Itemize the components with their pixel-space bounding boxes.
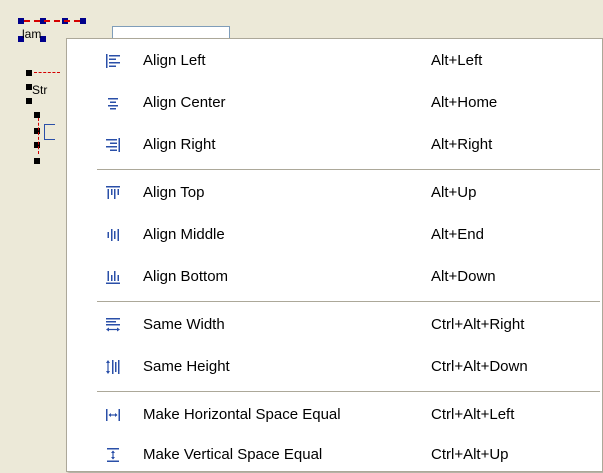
menu-item-align-center[interactable]: Align Center Alt+Home: [67, 85, 602, 121]
menu-item-shortcut: Alt+End: [431, 226, 484, 243]
menu-item-label: Make Vertical Space Equal: [143, 446, 323, 463]
selection-border: [24, 20, 80, 22]
menu-item-align-top[interactable]: Align Top Alt+Up: [67, 175, 602, 211]
menu-item-label: Make Horizontal Space Equal: [143, 406, 341, 423]
selection-border: [34, 72, 60, 73]
menu-separator: [97, 169, 600, 170]
align-top-icon: [106, 186, 120, 199]
control-label-fragment: lam: [22, 27, 42, 41]
menu-item-label: Same Height: [143, 358, 230, 375]
horizontal-space-equal-icon: [106, 409, 120, 421]
selection-handle[interactable]: [34, 158, 40, 164]
selection-border: [38, 118, 39, 154]
menu-item-shortcut: Alt+Left: [431, 52, 483, 69]
menu-item-label: Align Top: [143, 184, 205, 201]
menu-item-horizontal-space-equal[interactable]: Make Horizontal Space Equal Ctrl+Alt+Lef…: [67, 397, 602, 433]
menu-separator: [97, 301, 600, 302]
menu-item-label: Align Center: [143, 94, 226, 111]
menu-item-shortcut: Ctrl+Alt+Left: [431, 406, 515, 423]
menu-item-vertical-space-equal[interactable]: Make Vertical Space Equal Ctrl+Alt+Up: [67, 437, 602, 473]
menu-item-label: Same Width: [143, 316, 225, 333]
selection-handle[interactable]: [26, 98, 32, 104]
menu-separator: [97, 391, 600, 392]
menu-item-label: Align Left: [143, 52, 206, 69]
align-left-icon: [106, 54, 120, 68]
control-label-fragment: Str: [32, 83, 48, 97]
selection-handle[interactable]: [34, 128, 40, 134]
selection-handle[interactable]: [34, 142, 40, 148]
same-width-icon: [106, 318, 120, 332]
context-menu: Align Left Alt+Left Align Center Alt+Hom…: [66, 38, 603, 472]
menu-item-shortcut: Alt+Down: [431, 268, 496, 285]
selection-handle[interactable]: [26, 70, 32, 76]
menu-item-label: Align Bottom: [143, 268, 229, 285]
menu-item-align-middle[interactable]: Align Middle Alt+End: [67, 217, 602, 253]
menu-item-shortcut: Ctrl+Alt+Up: [431, 446, 509, 463]
menu-item-shortcut: Alt+Up: [431, 184, 477, 201]
align-middle-icon: [107, 229, 119, 241]
menu-item-same-height[interactable]: Same Height Ctrl+Alt+Down: [67, 349, 602, 385]
menu-item-shortcut: Alt+Home: [431, 94, 498, 111]
align-bottom-icon: [106, 271, 120, 284]
align-right-icon: [106, 138, 120, 152]
align-center-icon: [108, 98, 118, 110]
menu-item-align-left[interactable]: Align Left Alt+Left: [67, 43, 602, 79]
menu-item-label: Align Right: [143, 136, 216, 153]
menu-item-align-bottom[interactable]: Align Bottom Alt+Down: [67, 259, 602, 295]
menu-item-align-right[interactable]: Align Right Alt+Right: [67, 127, 602, 163]
same-height-icon: [106, 360, 120, 374]
control-fragment: [44, 124, 55, 140]
selection-handle[interactable]: [80, 18, 86, 24]
selection-handle[interactable]: [34, 112, 40, 118]
menu-item-shortcut: Ctrl+Alt+Right: [431, 316, 525, 333]
menu-item-label: Align Middle: [143, 226, 225, 243]
menu-item-same-width[interactable]: Same Width Ctrl+Alt+Right: [67, 307, 602, 343]
vertical-space-equal-icon: [107, 448, 119, 462]
menu-item-shortcut: Ctrl+Alt+Down: [431, 358, 528, 375]
menu-item-shortcut: Alt+Right: [431, 136, 493, 153]
